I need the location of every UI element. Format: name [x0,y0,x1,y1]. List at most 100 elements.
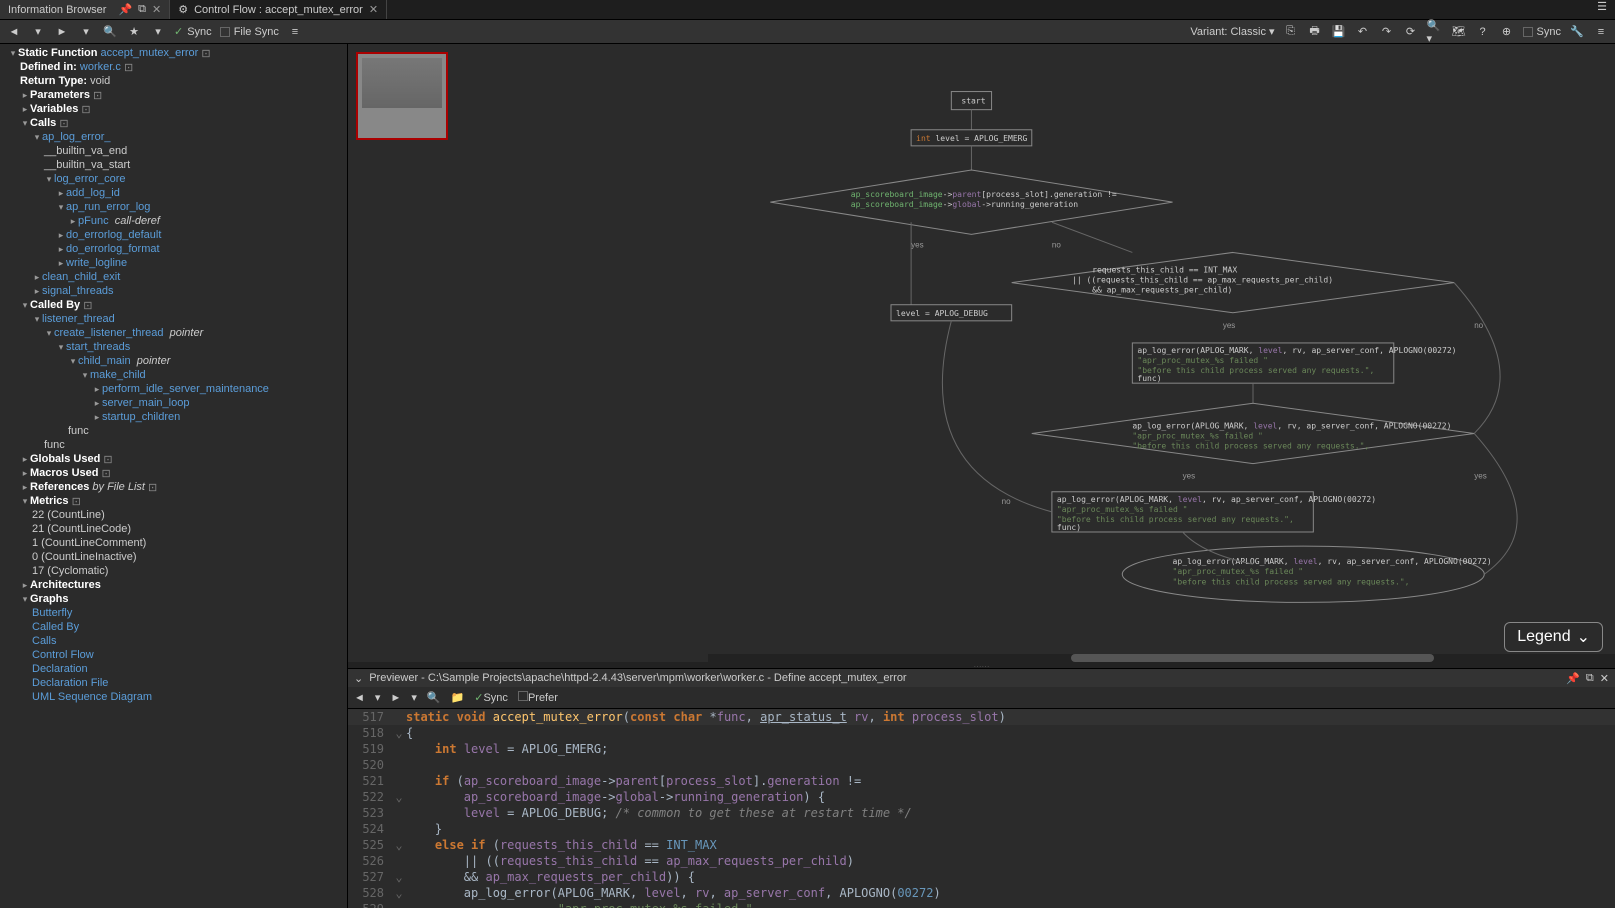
code-line[interactable]: 517static void accept_mutex_error(const … [348,709,1615,725]
tree-item[interactable]: ▸clean_child_exit [0,270,347,284]
tree-metrics[interactable]: ▾Metrics ⊡ [0,494,347,508]
close-icon[interactable]: ✕ [152,3,161,16]
prefer-checkbox[interactable]: Prefer [518,691,558,704]
inspect-icon[interactable]: ⊕ [1499,24,1515,40]
wrench-icon[interactable]: 🔧 [1569,24,1585,40]
code-line[interactable]: 525⌄ else if (requests_this_child == INT… [348,837,1615,853]
tree-item[interactable]: ▸write_logline [0,256,347,270]
tree-item[interactable]: ▾ap_log_error_ [0,130,347,144]
tree-item[interactable]: ▸perform_idle_server_maintenance [0,382,347,396]
tree-item[interactable]: ▸startup_children [0,410,347,424]
map-icon[interactable]: 🗺 [1451,24,1467,40]
search-icon[interactable]: 🔍 [427,691,441,704]
forward-button[interactable]: ► [390,692,401,704]
tree-graph-item[interactable]: Control Flow [0,648,347,662]
code-line[interactable]: 529 "apr_proc_mutex_%s failed " [348,901,1615,908]
tree-parameters[interactable]: ▸Parameters ⊡ [0,88,347,102]
tree-graph-item[interactable]: Declaration [0,662,347,676]
variant-selector[interactable]: Variant: Classic ▾ [1190,25,1274,38]
tree-defined-in[interactable]: Defined in: worker.c ⊡ [0,60,347,74]
minimap[interactable] [356,52,448,140]
fold-icon[interactable]: ⌄ [392,885,406,901]
fold-icon[interactable]: ⌄ [392,789,406,805]
close-icon[interactable]: ✕ [369,3,378,16]
popout-icon[interactable]: ⧉ [1586,672,1594,685]
code-line[interactable]: 520 [348,757,1615,773]
collapse-icon[interactable]: ⌄ [354,672,363,685]
control-flow-graph[interactable]: start int level = APLOG_EMERG ap_scorebo… [348,44,1615,662]
tree-graph-item[interactable]: Declaration File [0,676,347,690]
back-button[interactable]: ◄ [354,692,365,704]
sync-checkbox[interactable]: ✓ Sync [174,25,212,38]
save-icon[interactable]: 💾 [1331,24,1347,40]
fold-icon[interactable]: ⌄ [392,725,406,741]
tree-item[interactable]: ▾make_child [0,368,347,382]
tree-item[interactable]: ▸server_main_loop [0,396,347,410]
fold-icon[interactable]: ⌄ [392,869,406,885]
back-button[interactable]: ◄ [6,24,22,40]
search-icon[interactable]: 🔍 [102,24,118,40]
horizontal-scrollbar[interactable] [708,654,1615,662]
sync-right-checkbox[interactable]: Sync [1523,26,1561,38]
code-line[interactable]: 522⌄ ap_scoreboard_image->global->runnin… [348,789,1615,805]
tree-called-by[interactable]: ▾Called By ⊡ [0,298,347,312]
tab-control-flow[interactable]: ⚙ Control Flow : accept_mutex_error ✕ [170,0,387,19]
tree-calls[interactable]: ▾Calls ⊡ [0,116,347,130]
tree-architectures[interactable]: ▸Architectures [0,578,347,592]
forward-menu[interactable]: ▾ [78,24,94,40]
hamburger-right-icon[interactable]: ≡ [1593,24,1609,40]
code-line[interactable]: 528⌄ ap_log_error(APLOG_MARK, level, rv,… [348,885,1615,901]
back-menu[interactable]: ▾ [375,691,381,704]
code-line[interactable]: 526 || ((requests_this_child == ap_max_r… [348,853,1615,869]
tree-item[interactable]: __builtin_va_end [0,144,347,158]
tree-item[interactable]: ▾create_listener_thread pointer [0,326,347,340]
code-line[interactable]: 524 } [348,821,1615,837]
copy-icon[interactable]: ⎘ [1283,24,1299,40]
tree-static-function[interactable]: ▾Static Function accept_mutex_error ⊡ [0,46,347,60]
refresh-icon[interactable]: ⟳ [1403,24,1419,40]
tree-graphs[interactable]: ▾Graphs [0,592,347,606]
tree-graph-item[interactable]: Calls [0,634,347,648]
tree-item[interactable]: ▸do_errorlog_default [0,228,347,242]
tree-item[interactable]: ▾listener_thread [0,312,347,326]
close-icon[interactable]: ✕ [1600,672,1609,685]
sync-checkbox[interactable]: ✓Sync [474,691,508,704]
print-icon[interactable]: 🖶 [1307,24,1323,40]
fold-icon[interactable]: ⌄ [392,837,406,853]
tab-information-browser[interactable]: Information Browser 📌 ⧉ ✕ [0,0,170,19]
code-line[interactable]: 527⌄ && ap_max_requests_per_child)) { [348,869,1615,885]
code-line[interactable]: 521 if (ap_scoreboard_image->parent[proc… [348,773,1615,789]
popout-icon[interactable]: ⧉ [138,3,146,16]
tree-globals-used[interactable]: ▸Globals Used ⊡ [0,452,347,466]
legend-button[interactable]: Legend ⌄ [1504,622,1603,652]
tree-item[interactable]: ▾ap_run_error_log [0,200,347,214]
code-editor[interactable]: 517static void accept_mutex_error(const … [348,709,1615,908]
tree-item[interactable]: ▸pFunc call-deref [0,214,347,228]
tree-macros-used[interactable]: ▸Macros Used ⊡ [0,466,347,480]
tree-graph-item[interactable]: Butterfly [0,606,347,620]
code-line[interactable]: 519 int level = APLOG_EMERG; [348,741,1615,757]
tree-item[interactable]: ▸do_errorlog_format [0,242,347,256]
tree-item[interactable]: ▾log_error_core [0,172,347,186]
star-menu[interactable]: ▾ [150,24,166,40]
tree-item[interactable]: __builtin_va_start [0,158,347,172]
back-menu[interactable]: ▾ [30,24,46,40]
code-line[interactable]: 518⌄{ [348,725,1615,741]
tree-item[interactable]: ▸add_log_id [0,186,347,200]
tree-item[interactable]: ▾start_threads [0,340,347,354]
menu-icon[interactable]: ≡ [287,24,303,40]
file-sync-checkbox[interactable]: File Sync [220,26,279,38]
zoom-icon[interactable]: 🔍▾ [1427,24,1443,40]
tree-references[interactable]: ▸References by File List ⊡ [0,480,347,494]
tree-graph-item[interactable]: Called By [0,620,347,634]
redo-icon[interactable]: ↷ [1379,24,1395,40]
folder-icon[interactable]: 📁 [451,691,465,704]
forward-button[interactable]: ► [54,24,70,40]
star-icon[interactable]: ★ [126,24,142,40]
forward-menu[interactable]: ▾ [411,691,417,704]
tree-item[interactable]: ▾child_main pointer [0,354,347,368]
pin-icon[interactable]: 📌 [1566,672,1580,685]
hamburger-icon[interactable]: ☰ [1589,0,1615,19]
pin-icon[interactable]: 📌 [118,3,132,16]
code-line[interactable]: 523 level = APLOG_DEBUG; /* common to ge… [348,805,1615,821]
